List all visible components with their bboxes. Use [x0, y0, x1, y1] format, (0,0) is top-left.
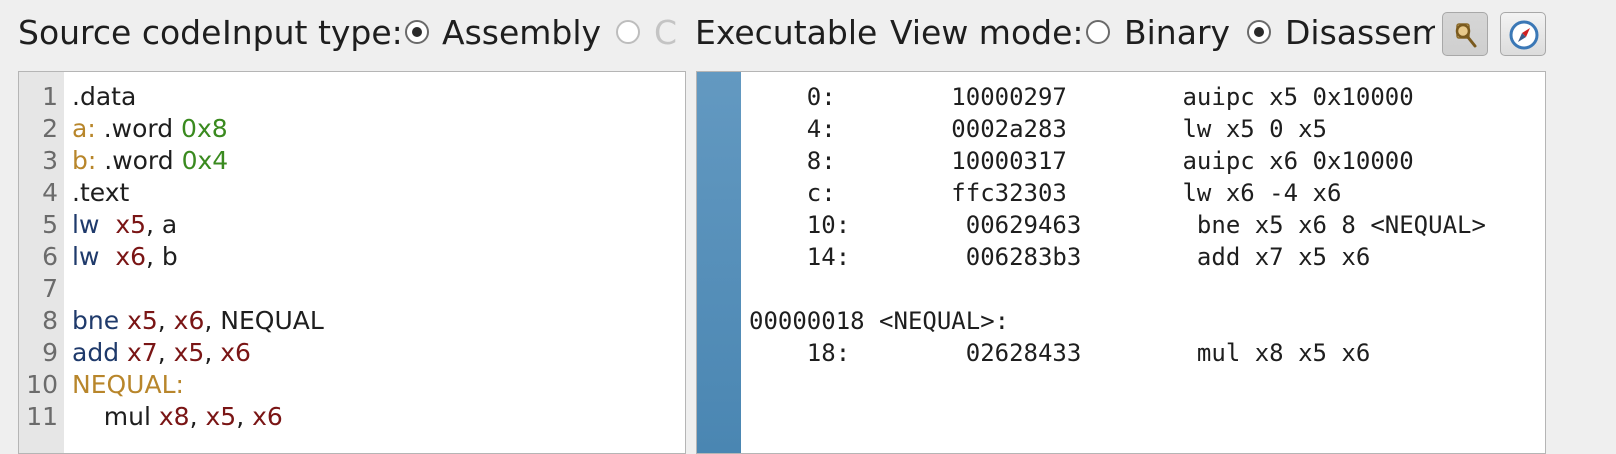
- disassembly-text: 0: 10000297 auipc x5 0x10000 4: 0002a283…: [749, 81, 1486, 369]
- code-token: lw: [72, 242, 100, 271]
- code-token: .word: [95, 114, 182, 143]
- code-token: a:: [72, 114, 96, 143]
- code-token: 0x8: [181, 114, 228, 143]
- compass-icon: [1509, 20, 1539, 50]
- code-token: ,: [204, 338, 221, 367]
- line-number-gutter: 1 2 3 4 5 6 7 8 9 10 11: [19, 72, 64, 453]
- input-type-label: Input type:: [222, 13, 403, 52]
- disassembly-line: 0: 10000297 auipc x5 0x10000: [749, 83, 1414, 111]
- code-token: x6: [220, 338, 251, 367]
- disassembly-line: 8: 10000317 auipc x6 0x10000: [749, 147, 1414, 175]
- code-token: .data: [72, 82, 137, 111]
- toolbar: Source code Input type: Assembly C Execu…: [0, 0, 1616, 70]
- source-code-label: Source code: [18, 13, 222, 52]
- code-token: x6: [173, 306, 205, 335]
- disassembly-line: 4: 0002a283 lw x5 0 x5: [749, 115, 1327, 143]
- code-line: bne x5, x6, NEQUAL: [72, 305, 324, 337]
- inspect-button[interactable]: [1442, 12, 1488, 56]
- code-line: lw x5, a: [72, 209, 324, 241]
- input-c-label[interactable]: C: [654, 13, 677, 53]
- code-token: NEQUAL:: [72, 370, 184, 399]
- disassembly-line: [749, 273, 1486, 305]
- compass-button[interactable]: [1500, 12, 1546, 56]
- code-token: ,: [189, 402, 206, 431]
- line-number: 7: [42, 274, 58, 303]
- view-disassembly-radio[interactable]: [1247, 20, 1271, 44]
- view-disassembly-label[interactable]: Disassembly: [1285, 13, 1435, 53]
- disassembly-line: 14: 006283b3 add x7 x5 x6: [749, 243, 1371, 271]
- code-token: , NEQUAL: [204, 306, 324, 335]
- input-executable-label[interactable]: Executable (: [695, 13, 880, 53]
- code-token: 0x4: [181, 146, 229, 175]
- code-token: x5: [205, 402, 237, 431]
- code-line: mul x8, x5, x6: [72, 401, 324, 433]
- input-assembly-radio[interactable]: [405, 20, 429, 44]
- code-token: x5: [127, 306, 158, 335]
- code-token: bne: [72, 306, 120, 335]
- input-c-radio[interactable]: [616, 20, 640, 44]
- disassembly-line: 00000018 <NEQUAL>:: [749, 307, 1010, 335]
- code-line: .data: [72, 81, 324, 113]
- line-number: 9: [42, 338, 58, 367]
- disassembly-view[interactable]: 0: 10000297 auipc x5 0x10000 4: 0002a283…: [696, 71, 1546, 454]
- code-token: mul: [72, 402, 159, 431]
- view-binary-label[interactable]: Binary: [1124, 13, 1230, 53]
- code-token: lw: [72, 210, 100, 239]
- code-token: , a: [146, 210, 178, 239]
- source-editor[interactable]: 1 2 3 4 5 6 7 8 9 10 11 .data a: .word 0x8 b: .word …: [18, 71, 686, 454]
- code-area[interactable]: .data a: .word 0x8 b: .word 0x4 .text lw x5,…: [72, 81, 324, 433]
- code-line: NEQUAL:: [72, 369, 324, 401]
- code-token: x7: [127, 338, 158, 367]
- line-number: 2: [42, 114, 58, 143]
- line-number: 5: [42, 210, 58, 239]
- code-line: .text: [72, 177, 324, 209]
- line-number: 3: [42, 146, 58, 175]
- line-number: 8: [42, 306, 58, 335]
- disassembly-line: 18: 02628433 mul x8 x5 x6: [749, 339, 1371, 367]
- code-token: x6: [252, 402, 283, 431]
- disassembly-line: c: ffc32303 lw x6 -4 x6: [749, 179, 1342, 207]
- code-token: ,: [157, 306, 174, 335]
- view-binary-radio[interactable]: [1086, 20, 1110, 44]
- code-line: b: .word 0x4: [72, 145, 324, 177]
- line-number: 6: [42, 242, 58, 271]
- code-token: x5: [115, 210, 147, 239]
- code-line: a: .word 0x8: [72, 113, 324, 145]
- code-line: add x7, x5, x6: [72, 337, 324, 369]
- inspect-icon: [1455, 23, 1477, 48]
- code-token: b:: [72, 146, 97, 175]
- view-mode-label: View mode:: [890, 13, 1084, 52]
- code-token: , b: [146, 242, 178, 271]
- line-number: 10: [26, 370, 58, 399]
- line-number: 11: [26, 402, 58, 431]
- disassembly-sidebar: [697, 72, 741, 453]
- code-token: add: [72, 338, 120, 367]
- input-assembly-label[interactable]: Assembly: [442, 13, 601, 53]
- disassembly-line: 10: 00629463 bne x5 x6 8 <NEQUAL>: [749, 211, 1486, 239]
- line-number: 1: [42, 82, 58, 111]
- code-token: x5: [173, 338, 205, 367]
- code-token: ,: [236, 402, 253, 431]
- code-token: x8: [158, 402, 190, 431]
- line-number: 4: [42, 178, 58, 207]
- code-token: ,: [157, 338, 174, 367]
- code-line: lw x6, b: [72, 241, 324, 273]
- code-token: .word: [96, 146, 182, 175]
- code-token: .text: [72, 178, 130, 207]
- code-token: x6: [115, 242, 147, 271]
